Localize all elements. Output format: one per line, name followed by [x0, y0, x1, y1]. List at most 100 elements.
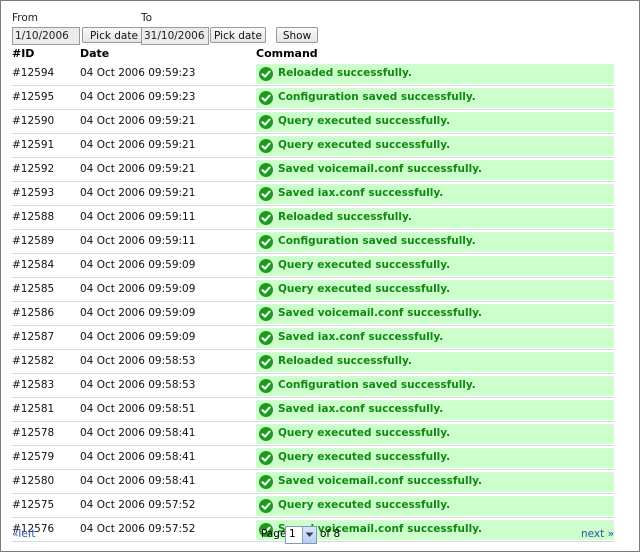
row-date: 04 Oct 2006 09:58:41	[80, 427, 196, 439]
row-id: #12575	[12, 499, 55, 511]
log-window: From To Pick date Pick date Show #ID Dat…	[0, 0, 640, 552]
header-date: Date	[80, 47, 110, 60]
command-message: Saved iax.conf successfully.	[278, 403, 444, 415]
row-id: #12595	[12, 91, 55, 103]
from-label: From	[12, 12, 39, 24]
row-id: #12578	[12, 427, 55, 439]
table-row: #12589 04 Oct 2006 09:59:11 Configuration …	[12, 230, 614, 254]
show-button[interactable]: Show	[276, 27, 318, 43]
command-message: Saved iax.conf successfully.	[278, 331, 444, 343]
table-row: #12578 04 Oct 2006 09:58:41 Query executed…	[12, 422, 614, 446]
command-message: Query executed successfully.	[278, 499, 451, 511]
header-command: Command	[256, 47, 318, 60]
command-message: Query executed successfully.	[278, 139, 451, 151]
table-row: #12575 04 Oct 2006 09:57:52 Query executed…	[12, 494, 614, 518]
row-date: 04 Oct 2006 09:59:21	[80, 187, 196, 199]
command-message: Query executed successfully.	[278, 259, 451, 271]
check-circle-icon	[259, 403, 273, 417]
to-pick-date-button[interactable]: Pick date	[210, 27, 266, 43]
row-id: #12587	[12, 331, 55, 343]
row-id: #12584	[12, 259, 55, 271]
from-pick-date-button[interactable]: Pick date	[82, 27, 146, 43]
row-id: #12580	[12, 475, 55, 487]
row-command: Saved iax.conf successfully.	[256, 328, 614, 348]
row-date: 04 Oct 2006 09:58:53	[80, 355, 196, 367]
row-command: Query executed successfully.	[256, 112, 614, 132]
command-message: Saved voicemail.conf successfully.	[278, 475, 483, 487]
row-date: 04 Oct 2006 09:59:11	[80, 211, 196, 223]
table-row: #12595 04 Oct 2006 09:59:23 Configuration …	[12, 86, 614, 110]
row-command: Saved voicemail.conf successfully.	[256, 472, 614, 492]
header-id: #ID	[12, 47, 35, 60]
row-command: Saved iax.conf successfully.	[256, 184, 614, 204]
row-id: #12582	[12, 355, 55, 367]
row-id: #12589	[12, 235, 55, 247]
table-row: #12593 04 Oct 2006 09:59:21 Saved iax.conf…	[12, 182, 614, 206]
command-message: Query executed successfully.	[278, 283, 451, 295]
row-id: #12579	[12, 451, 55, 463]
table-row: #12584 04 Oct 2006 09:59:09 Query executed…	[12, 254, 614, 278]
check-circle-icon	[259, 331, 273, 345]
command-message: Configuration saved successfully.	[278, 235, 476, 247]
table-row: #12587 04 Oct 2006 09:59:09 Saved iax.conf…	[12, 326, 614, 350]
row-command: Saved iax.conf successfully.	[256, 400, 614, 420]
to-date-input[interactable]	[141, 27, 209, 45]
check-circle-icon	[259, 115, 273, 129]
row-command: Saved voicemail.conf successfully.	[256, 160, 614, 180]
to-label: To	[141, 12, 153, 24]
command-message: Query executed successfully.	[278, 451, 451, 463]
check-circle-icon	[259, 67, 273, 81]
command-message: Reloaded successfully.	[278, 67, 412, 79]
row-date: 04 Oct 2006 09:57:52	[80, 499, 196, 511]
row-command: Query executed successfully.	[256, 424, 614, 444]
row-command: Query executed successfully.	[256, 496, 614, 516]
row-id: #12590	[12, 115, 55, 127]
command-message: Reloaded successfully.	[278, 211, 412, 223]
row-command: Reloaded successfully.	[256, 208, 614, 228]
row-command: Saved voicemail.conf successfully.	[256, 304, 614, 324]
row-command: Reloaded successfully.	[256, 352, 614, 372]
chevron-down-icon[interactable]	[302, 527, 316, 543]
row-date: 04 Oct 2006 09:58:41	[80, 451, 196, 463]
page-select[interactable]: 1	[285, 526, 317, 544]
check-circle-icon	[259, 187, 273, 201]
row-command: Configuration saved successfully.	[256, 376, 614, 396]
command-message: Query executed successfully.	[278, 115, 451, 127]
row-date: 04 Oct 2006 09:59:23	[80, 67, 196, 79]
row-command: Query executed successfully.	[256, 136, 614, 156]
prev-page-link[interactable]: «left	[12, 528, 35, 540]
row-id: #12586	[12, 307, 55, 319]
row-date: 04 Oct 2006 09:59:09	[80, 307, 196, 319]
command-log-table: #ID Date Command #12594 04 Oct 2006 09:59…	[12, 47, 614, 542]
command-message: Reloaded successfully.	[278, 355, 412, 367]
command-message: Configuration saved successfully.	[278, 91, 476, 103]
row-command: Query executed successfully.	[256, 448, 614, 468]
table-row: #12583 04 Oct 2006 09:58:53 Configuration …	[12, 374, 614, 398]
table-row: #12586 04 Oct 2006 09:59:09 Saved voicemai…	[12, 302, 614, 326]
row-id: #12592	[12, 163, 55, 175]
row-date: 04 Oct 2006 09:59:21	[80, 115, 196, 127]
check-circle-icon	[259, 355, 273, 369]
page-count-label: of 8	[320, 528, 341, 540]
check-circle-icon	[259, 427, 273, 441]
check-circle-icon	[259, 475, 273, 489]
row-date: 04 Oct 2006 09:59:21	[80, 139, 196, 151]
page-label: Page	[261, 528, 287, 540]
row-date: 04 Oct 2006 09:59:09	[80, 331, 196, 343]
row-id: #12588	[12, 211, 55, 223]
row-date: 04 Oct 2006 09:59:09	[80, 259, 196, 271]
table-row: #12579 04 Oct 2006 09:58:41 Query executed…	[12, 446, 614, 470]
page-select-value: 1	[289, 528, 296, 540]
command-message: Saved voicemail.conf successfully.	[278, 307, 483, 319]
row-id: #12593	[12, 187, 55, 199]
table-header: #ID Date Command	[12, 47, 614, 62]
row-command: Configuration saved successfully.	[256, 232, 614, 252]
command-message: Saved iax.conf successfully.	[278, 187, 444, 199]
check-circle-icon	[259, 451, 273, 465]
table-row: #12594 04 Oct 2006 09:59:23 Reloaded succe…	[12, 62, 614, 86]
next-page-link[interactable]: next »	[581, 528, 614, 540]
row-date: 04 Oct 2006 09:58:51	[80, 403, 196, 415]
table-row: #12581 04 Oct 2006 09:58:51 Saved iax.conf…	[12, 398, 614, 422]
from-date-input[interactable]	[12, 27, 80, 45]
table-body: #12594 04 Oct 2006 09:59:23 Reloaded succe…	[12, 62, 614, 542]
